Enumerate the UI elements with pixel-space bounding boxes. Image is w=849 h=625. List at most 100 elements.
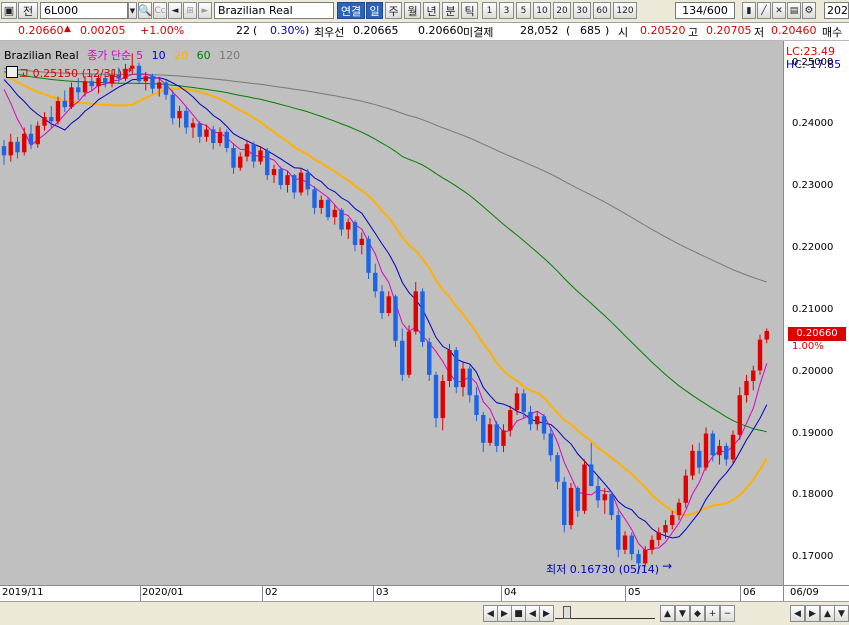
candle	[528, 405, 533, 431]
panel-up-icon[interactable]: ▲	[820, 605, 835, 622]
date-field[interactable]: 2020	[824, 2, 849, 19]
volume-pct: 0.30%	[270, 24, 305, 37]
candle	[184, 107, 189, 134]
open-interest-change: 685	[580, 24, 601, 37]
ma60-line	[3, 71, 767, 433]
group-icon[interactable]: ⊞	[183, 2, 197, 19]
minute-120-button[interactable]: 120	[613, 2, 637, 19]
indicator-icon[interactable]: ✕	[772, 2, 786, 19]
code-input[interactable]: 6L000	[40, 2, 128, 19]
candle-body	[55, 100, 61, 122]
candle-body	[582, 464, 587, 511]
step-forward-icon[interactable]: ▶	[539, 605, 554, 622]
zoom-in-icon[interactable]: ▲	[660, 605, 675, 622]
candle	[224, 129, 229, 153]
low-arrow-icon: →	[662, 559, 673, 573]
period-tick-tab[interactable]: 틱	[461, 2, 478, 19]
candle	[292, 173, 297, 199]
date-axis[interactable]: 2019/11 2020/01 02 03 04 05 06 06/09	[0, 585, 849, 602]
code-value: 6L000	[44, 4, 79, 17]
save-icon[interactable]: ▤	[787, 2, 801, 19]
candle-body	[481, 415, 486, 443]
candle-body	[28, 133, 34, 145]
search-icon[interactable]: 🔍	[138, 2, 152, 19]
next-icon[interactable]: ►	[198, 2, 212, 19]
panel-right-icon[interactable]: ▶	[805, 605, 820, 622]
date-value: 2020	[827, 4, 848, 17]
price-axis[interactable]: LC:23.49 HC:-17.85 0.25000 0.24000 0.23000…	[783, 41, 849, 585]
code-dropdown-icon[interactable]: ▼	[128, 2, 137, 19]
zoom-slider-thumb[interactable]	[563, 606, 571, 619]
toolbar: ▣ 전 6L000 ▼ 🔍 Cc ◄ ⊞ ► Brazilian Real 연결…	[0, 0, 849, 23]
candle	[217, 127, 223, 147]
minute-30-button[interactable]: 30	[573, 2, 591, 19]
zoom-reset-icon[interactable]: ◆	[690, 605, 705, 622]
market-selector-button[interactable]: 전	[18, 2, 38, 19]
minute-3-label: 3	[503, 5, 510, 16]
period-day-tab[interactable]: 일	[366, 2, 383, 19]
candle	[764, 328, 769, 344]
low-annotation: 최저 0.16730 (05/14)	[546, 563, 660, 576]
candle-body	[400, 340, 405, 375]
candle-body	[683, 475, 688, 503]
panel-left-icon[interactable]: ◀	[790, 605, 805, 622]
candle	[197, 121, 202, 143]
candle-body	[528, 411, 533, 425]
candle-body	[359, 238, 364, 245]
period-year-tab[interactable]: 년	[423, 2, 440, 19]
candle-body	[278, 168, 283, 186]
chart-area[interactable]: Brazilian Real 종가 단순 5 10 20 60 120 고 0.2…	[0, 41, 783, 585]
candle	[35, 121, 40, 148]
candle	[757, 334, 763, 375]
stop-icon[interactable]: ■	[511, 605, 526, 622]
candle-body	[690, 450, 695, 476]
oi-paren-open: (	[566, 24, 571, 37]
minute-60-button[interactable]: 60	[593, 2, 611, 19]
play-icon[interactable]: ▶	[497, 605, 512, 622]
line-type-icon[interactable]: ╱	[757, 2, 771, 19]
shrink-icon[interactable]: −	[720, 605, 735, 622]
xtick-label: 04	[504, 587, 517, 598]
candle-body	[447, 350, 452, 381]
previous-icon[interactable]: ◄	[168, 2, 182, 19]
xtick-label: 06/09	[790, 587, 819, 598]
count-field[interactable]: 134/600	[675, 2, 735, 19]
connect-button[interactable]: 연결	[337, 2, 365, 19]
crosshair-toggle-icon[interactable]	[6, 66, 18, 78]
xaxis-separator	[625, 586, 626, 602]
compare-icon[interactable]: Cc	[153, 2, 167, 19]
candle-body	[325, 199, 331, 218]
best-quote-label: 최우선	[314, 26, 345, 39]
period-week-tab[interactable]: 주	[385, 2, 402, 19]
price-change: 0.00205	[80, 24, 126, 37]
zoom-out-icon[interactable]: ▼	[675, 605, 690, 622]
xaxis-separator	[740, 586, 741, 602]
minute-10-button[interactable]: 10	[533, 2, 551, 19]
expand-icon[interactable]: +	[705, 605, 720, 622]
minute-20-button[interactable]: 20	[553, 2, 571, 19]
buy-label: 매수	[822, 26, 843, 39]
candle-body	[697, 450, 702, 468]
candle-body	[514, 393, 520, 411]
candle	[69, 82, 74, 109]
price-chart[interactable]	[0, 41, 783, 585]
zoom-slider[interactable]	[555, 606, 655, 619]
candle	[433, 371, 439, 428]
candle	[251, 141, 256, 168]
period-minute-tab[interactable]: 분	[442, 2, 459, 19]
candle-type-icon[interactable]: ▮	[742, 2, 756, 19]
ytick-label: 0.22000	[792, 242, 834, 254]
step-back-icon[interactable]: ◀	[525, 605, 540, 622]
candle	[447, 343, 452, 388]
period-month-tab[interactable]: 월	[404, 2, 421, 19]
window-menu-icon[interactable]: ▣	[1, 2, 17, 19]
last-pct-label: 1.00%	[792, 341, 824, 352]
minute-3-button[interactable]: 3	[499, 2, 514, 19]
candle	[616, 510, 621, 558]
minute-5-button[interactable]: 5	[516, 2, 531, 19]
candle-body	[197, 123, 202, 137]
panel-down-icon[interactable]: ▼	[834, 605, 849, 622]
settings-gear-icon[interactable]: ⚙	[802, 2, 816, 19]
scroll-left-icon[interactable]: ◀	[483, 605, 498, 622]
minute-1-button[interactable]: 1	[482, 2, 497, 19]
